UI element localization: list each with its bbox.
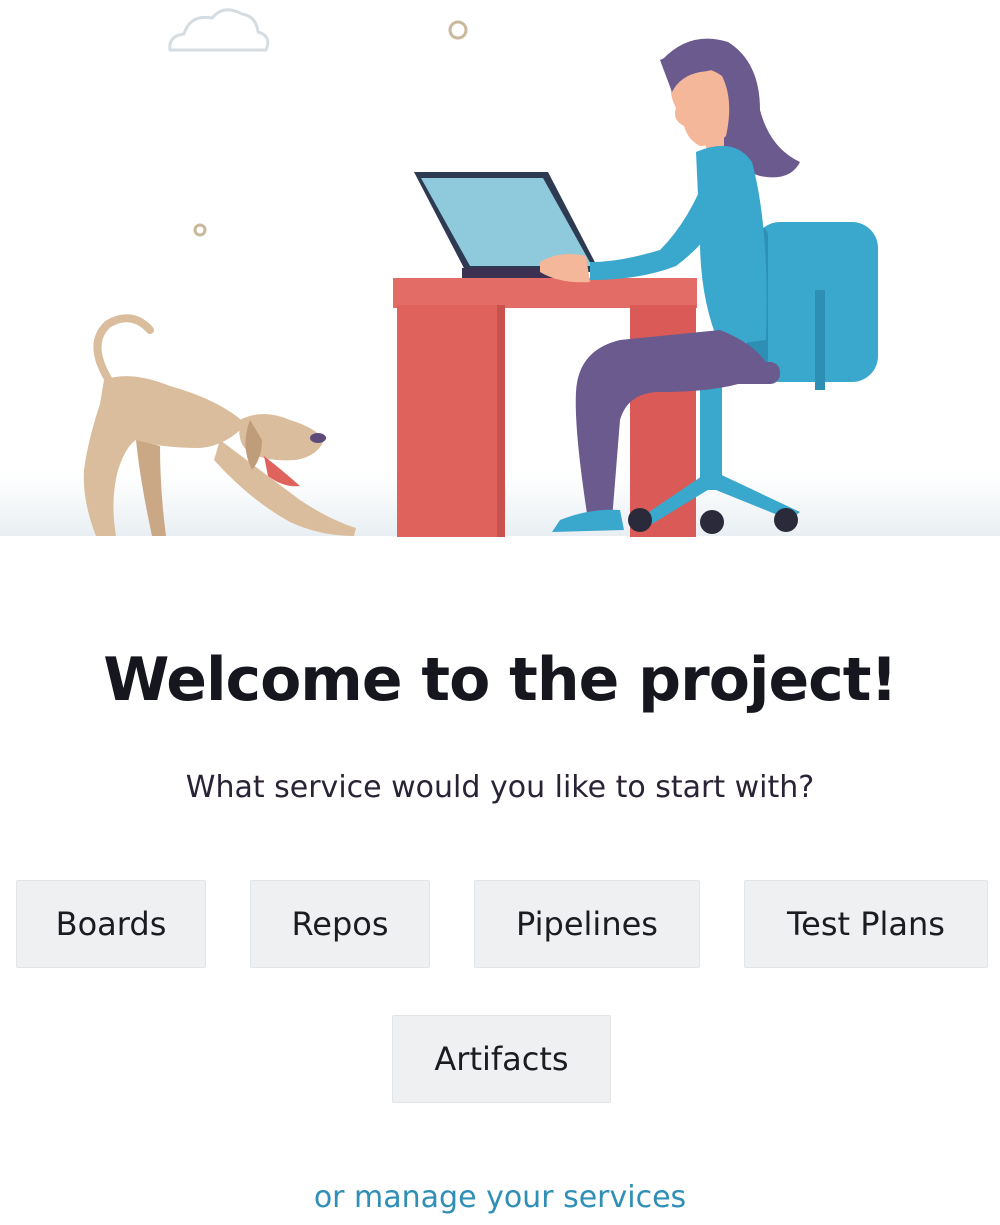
cloud-icon [168, 8, 270, 52]
boards-button[interactable]: Boards [16, 880, 206, 968]
welcome-illustration [0, 0, 1000, 560]
manage-services-link[interactable]: or manage your services [0, 1178, 1000, 1218]
bubble-icon [193, 223, 207, 237]
pipelines-button[interactable]: Pipelines [474, 880, 700, 968]
test-plans-button[interactable]: Test Plans [744, 880, 988, 968]
page-title: Welcome to the project! [103, 645, 898, 715]
page-subtitle: What service would you like to start wit… [185, 770, 815, 805]
artifacts-button[interactable]: Artifacts [392, 1015, 611, 1103]
bubble-icon [448, 20, 468, 40]
repos-button[interactable]: Repos [250, 880, 430, 968]
